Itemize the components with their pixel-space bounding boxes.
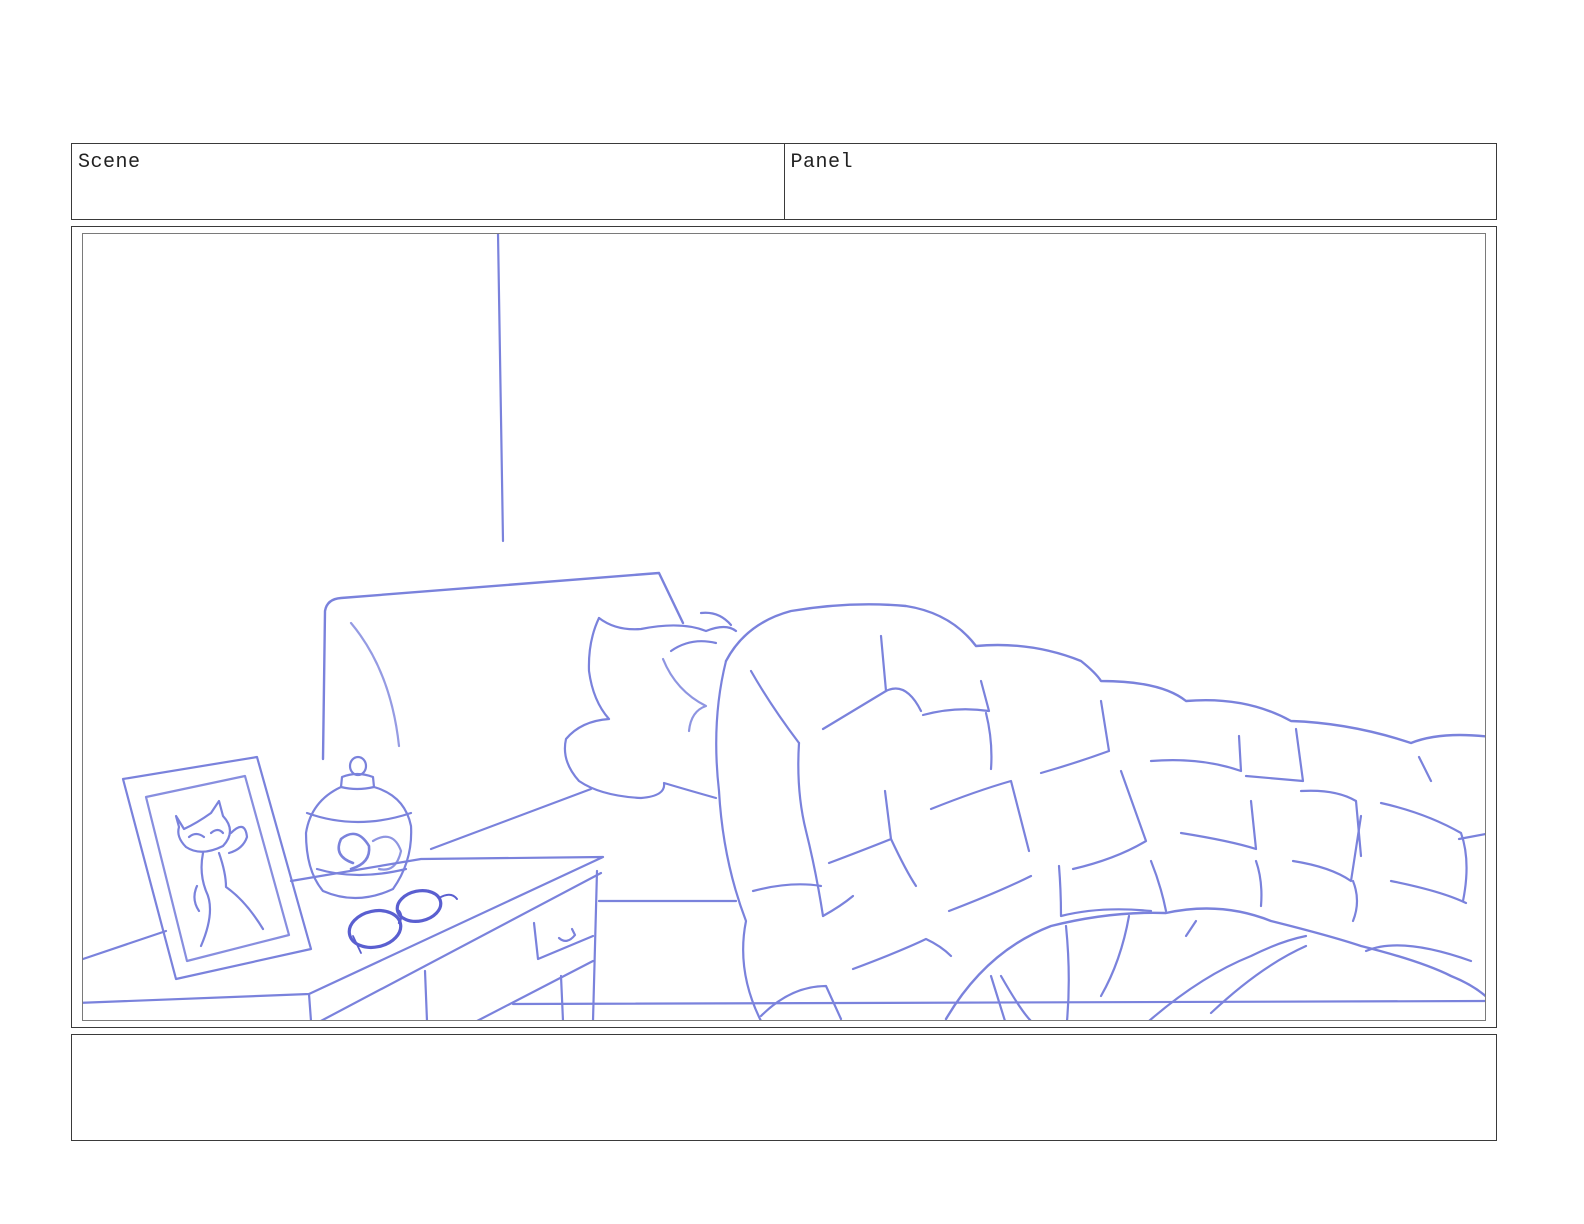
sketch-panel bbox=[82, 233, 1486, 1021]
drawer-knob bbox=[557, 927, 577, 942]
bed-edge-line bbox=[429, 787, 593, 851]
picture-frame bbox=[121, 755, 313, 981]
scene-field[interactable]: Scene bbox=[72, 144, 784, 219]
nightstand-leg-1 bbox=[423, 969, 429, 1020]
nightstand-leg-2 bbox=[559, 974, 565, 1020]
nightstand-front bbox=[307, 992, 313, 1020]
blanket-outline bbox=[724, 603, 1485, 745]
cat-head bbox=[174, 799, 232, 853]
sleeper-arm bbox=[661, 657, 708, 733]
scene-label: Scene bbox=[78, 151, 141, 174]
floor-line-left bbox=[83, 929, 168, 961]
wall-corner-line bbox=[496, 234, 505, 543]
storyboard-header: Scene Panel bbox=[71, 143, 1497, 220]
cat-body bbox=[199, 851, 212, 948]
blanket-seam bbox=[749, 669, 801, 745]
panel-label: Panel bbox=[790, 151, 854, 174]
pillow bbox=[563, 616, 718, 800]
nightstand-top bbox=[83, 855, 605, 1004]
notes-field[interactable] bbox=[71, 1034, 1497, 1141]
headboard-shading bbox=[349, 621, 401, 748]
bedroom-sketch bbox=[83, 234, 1485, 1020]
panel-field[interactable]: Panel bbox=[783, 144, 1497, 219]
nightstand-side bbox=[591, 869, 599, 1020]
nightstand-lower bbox=[476, 959, 595, 1020]
nightstand-edge bbox=[320, 871, 603, 1020]
